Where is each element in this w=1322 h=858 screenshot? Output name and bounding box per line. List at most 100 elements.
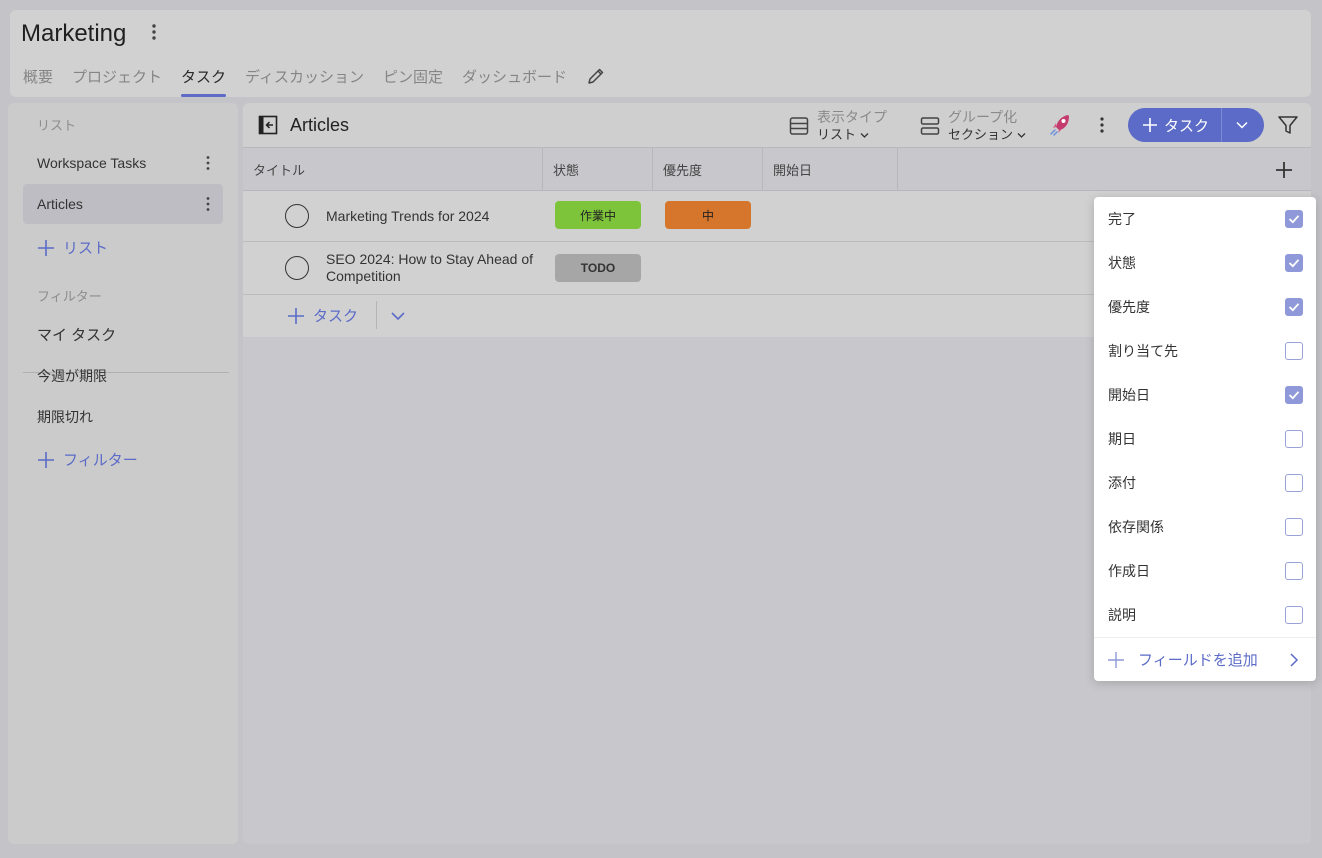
more-vertical-icon[interactable] — [205, 155, 211, 171]
check-icon — [1288, 303, 1300, 312]
field-option-attachments[interactable]: 添付 — [1094, 461, 1316, 505]
tab-dashboard[interactable]: ダッシュボード — [462, 66, 567, 97]
tab-pinned[interactable]: ピン固定 — [383, 66, 443, 97]
group-icon — [920, 117, 940, 135]
field-option-label: 説明 — [1108, 607, 1136, 623]
table-header: タイトル 状態 優先度 開始日 — [243, 147, 1311, 191]
add-field-label: フィールドを追加 — [1138, 652, 1258, 669]
tab-tasks[interactable]: タスク — [181, 66, 227, 97]
checkbox[interactable] — [1285, 430, 1303, 448]
pencil-icon[interactable] — [586, 66, 606, 86]
column-header-status[interactable]: 状態 — [543, 148, 653, 191]
checkbox[interactable] — [1285, 562, 1303, 580]
chevron-down-icon[interactable] — [389, 307, 407, 325]
field-option-created-date[interactable]: 作成日 — [1094, 549, 1316, 593]
add-list-label: リスト — [63, 240, 109, 257]
project-title: Marketing — [21, 20, 127, 47]
field-option-label: 作成日 — [1108, 563, 1150, 579]
chevron-right-icon — [1290, 653, 1299, 667]
add-filter-label: フィルター — [63, 452, 138, 469]
checkbox[interactable] — [1285, 386, 1303, 404]
chevron-down-icon — [860, 133, 869, 138]
plus-icon — [288, 307, 304, 324]
tab-discussion[interactable]: ディスカッション — [245, 66, 364, 97]
status-badge[interactable]: 作業中 — [555, 201, 641, 229]
field-option-assignee[interactable]: 割り当て先 — [1094, 329, 1316, 373]
field-option-label: 優先度 — [1108, 299, 1150, 315]
add-field-button[interactable]: フィールドを追加 — [1094, 637, 1316, 681]
field-option-label: 依存関係 — [1108, 519, 1164, 535]
view-type-selector[interactable]: 表示タイプ リスト — [788, 108, 887, 144]
filter-icon[interactable] — [1277, 114, 1299, 136]
field-option-dependencies[interactable]: 依存関係 — [1094, 505, 1316, 549]
rocket-icon[interactable] — [1049, 113, 1071, 137]
tab-projects[interactable]: プロジェクト — [72, 66, 162, 97]
filters-heading: フィルター — [37, 289, 102, 304]
filter-due-this-week[interactable]: 今週が期限 — [37, 366, 107, 386]
list-title: Articles — [290, 115, 350, 135]
chevron-down-icon — [1236, 121, 1248, 129]
group-by-selector[interactable]: グループ化 セクション — [919, 108, 1026, 144]
field-option-status[interactable]: 状態 — [1094, 241, 1316, 285]
field-option-done[interactable]: 完了 — [1094, 197, 1316, 241]
chevron-down-icon — [1017, 133, 1026, 138]
column-header-start-date[interactable]: 開始日 — [763, 148, 898, 191]
field-option-due-date[interactable]: 期日 — [1094, 417, 1316, 461]
field-option-label: 状態 — [1108, 255, 1136, 271]
add-task-button[interactable]: タスク — [1128, 108, 1222, 142]
field-option-start-date[interactable]: 開始日 — [1094, 373, 1316, 417]
collapse-sidebar-icon[interactable] — [258, 115, 278, 135]
more-vertical-icon[interactable] — [146, 22, 162, 42]
field-option-priority[interactable]: 優先度 — [1094, 285, 1316, 329]
checkbox[interactable] — [1285, 518, 1303, 536]
add-list-button[interactable]: リスト — [37, 237, 108, 258]
more-vertical-icon[interactable] — [205, 196, 211, 212]
sidebar-item-label: Workspace Tasks — [37, 155, 147, 171]
column-header-title[interactable]: タイトル — [243, 148, 543, 191]
filter-overdue[interactable]: 期限切れ — [37, 407, 93, 427]
separator — [376, 301, 377, 329]
project-tabs: 概要 プロジェクト タスク ディスカッション ピン固定 ダッシュボード — [23, 66, 606, 97]
tab-overview[interactable]: 概要 — [23, 66, 53, 97]
field-option-description[interactable]: 説明 — [1094, 593, 1316, 637]
list-toolbar: Articles 表示タイプ リスト グループ化 セクション タスク — [243, 103, 1311, 147]
sidebar-item-label: Articles — [37, 196, 83, 212]
inline-add-task-button[interactable]: タスク — [287, 305, 358, 326]
complete-toggle[interactable] — [285, 256, 309, 280]
checkbox[interactable] — [1285, 210, 1303, 228]
view-type-value: リスト — [817, 126, 887, 144]
priority-badge[interactable]: 中 — [665, 201, 751, 229]
field-visibility-menu: 完了 状態 優先度 割り当て先 開始日 期日 添付 依存関係 作成日 説明 フィ… — [1094, 197, 1316, 681]
checkbox[interactable] — [1285, 342, 1303, 360]
lists-sidebar: リスト Workspace Tasks Articles リスト フィルター マ… — [8, 103, 238, 844]
task-title[interactable]: SEO 2024: How to Stay Ahead of Competiti… — [326, 251, 536, 285]
column-header-priority[interactable]: 優先度 — [653, 148, 763, 191]
checkbox[interactable] — [1285, 474, 1303, 492]
plus-icon — [38, 451, 54, 468]
status-badge[interactable]: TODO — [555, 254, 641, 282]
filter-my-tasks[interactable]: マイ タスク — [37, 324, 116, 345]
field-option-label: 開始日 — [1108, 387, 1150, 403]
check-icon — [1288, 391, 1300, 400]
task-title[interactable]: Marketing Trends for 2024 — [326, 208, 536, 225]
checkbox[interactable] — [1285, 298, 1303, 316]
add-column-icon[interactable] — [1273, 159, 1295, 181]
group-by-label: グループ化 — [948, 109, 1018, 125]
view-type-label: 表示タイプ — [817, 109, 887, 125]
project-header: Marketing 概要 プロジェクト タスク ディスカッション ピン固定 ダッ… — [10, 10, 1311, 97]
add-filter-button[interactable]: フィルター — [37, 449, 138, 470]
checkbox[interactable] — [1285, 606, 1303, 624]
group-by-value: セクション — [948, 126, 1026, 144]
checkbox[interactable] — [1285, 254, 1303, 272]
sidebar-item-workspace-tasks[interactable]: Workspace Tasks — [23, 143, 223, 183]
field-option-label: 割り当て先 — [1108, 343, 1178, 359]
sidebar-item-articles[interactable]: Articles — [23, 184, 223, 224]
field-option-label: 完了 — [1108, 211, 1136, 227]
field-option-label: 期日 — [1108, 431, 1136, 447]
add-task-options-button[interactable] — [1222, 108, 1262, 142]
plus-icon — [1143, 118, 1157, 132]
complete-toggle[interactable] — [285, 204, 309, 228]
more-vertical-icon[interactable] — [1099, 116, 1105, 134]
field-option-label: 添付 — [1108, 475, 1136, 491]
plus-icon — [1108, 651, 1124, 668]
